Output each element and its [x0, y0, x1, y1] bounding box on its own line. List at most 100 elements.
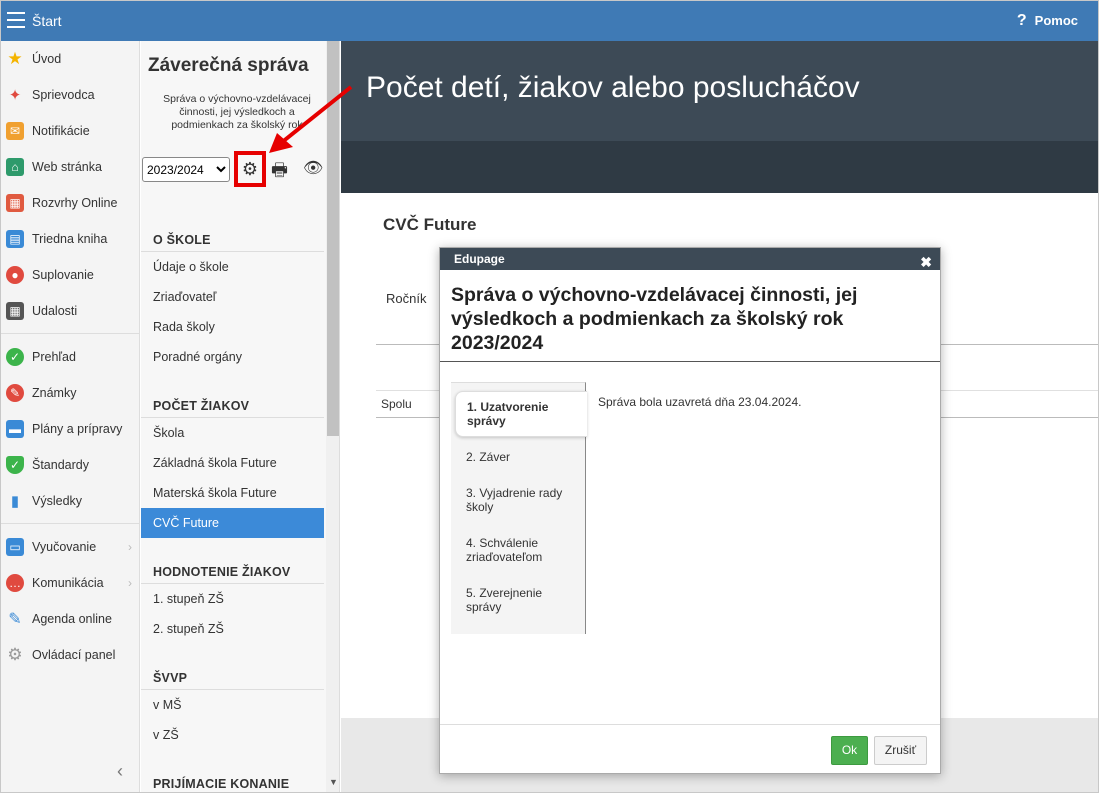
nav-item-agenda-online[interactable]: ✎ Agenda online [1, 604, 140, 634]
section-divider [141, 251, 324, 252]
user-icon: ● [6, 266, 24, 284]
section-head-o-skole: O ŠKOLE [153, 233, 211, 247]
step-schvalenie-zriadovatelom[interactable]: 4. Schválenie zriaďovateľom [466, 536, 576, 564]
nav-item-vysledky[interactable]: ▮ Výsledky [1, 486, 140, 516]
section-divider [141, 689, 324, 690]
report-dialog: Edupage ✖ Správa o výchovno-vzdelávacej … [439, 247, 941, 774]
magic-wand-icon: ✦ [8, 87, 22, 104]
ok-button[interactable]: Ok [831, 736, 868, 765]
grade-icon: ✎ [6, 384, 24, 402]
print-icon[interactable]: 🖶 [271, 158, 288, 188]
dialog-titlebar: Edupage ✖ [440, 248, 940, 270]
content-heading: CVČ Future [383, 215, 477, 234]
sub-item-cvc-future[interactable]: CVČ Future [141, 508, 324, 538]
nav-label: Sprievodca [32, 88, 95, 102]
book-icon: ▤ [6, 230, 24, 248]
house-icon: ⌂ [6, 158, 24, 176]
sub-item-v-ms[interactable]: v MŠ [153, 698, 181, 712]
section-head-hodnotenie-ziakov: HODNOTENIE ŽIAKOV [153, 565, 291, 579]
nav-item-rozvrhy-online[interactable]: ▦ Rozvrhy Online [1, 188, 140, 218]
shield-icon: ✓ [6, 456, 24, 474]
sub-item-v-zs[interactable]: v ZŠ [153, 728, 179, 742]
sub-item-rada-skoly[interactable]: Rada školy [153, 320, 215, 334]
section-divider [141, 583, 324, 584]
sub-item-poradne-organy[interactable]: Poradné orgány [153, 350, 242, 364]
sub-item-udaje-o-skole[interactable]: Údaje o škole [153, 260, 229, 274]
left-navigation: ★ Úvod ✦ Sprievodca ✉ Notifikácie ⌂ Web strá… [1, 41, 140, 792]
chevron-right-icon: › [128, 540, 132, 554]
nav-item-plany-a-pripravy[interactable]: ▬ Plány a prípravy [1, 414, 140, 444]
nav-item-standardy[interactable]: ✓ Štandardy [1, 450, 140, 480]
section-divider [141, 417, 324, 418]
status-message: Správa bola uzavretá dňa 23.04.2024. [598, 395, 802, 409]
nav-item-znamky[interactable]: ✎ Známky [1, 378, 140, 408]
spolu-row-label: Spolu [381, 397, 412, 411]
help-label: Pomoc [1034, 13, 1078, 28]
section-head-pocet-ziakov: POČET ŽIAKOV [153, 399, 250, 413]
question-mark-icon: ? [1016, 12, 1027, 29]
step-zverejnenie-spravy[interactable]: 5. Zverejnenie správy [466, 586, 576, 614]
pen-icon: ✎ [8, 611, 22, 628]
section-head-svvp: ŠVVP [153, 671, 188, 685]
nav-label: Udalosti [32, 304, 78, 318]
report-title: Záverečná správa [148, 55, 309, 76]
close-icon[interactable]: ✖ [920, 251, 932, 273]
nav-item-vyucovanie[interactable]: ▭ Vyučovanie › [1, 532, 140, 562]
nav-label: Ovládací panel [32, 648, 116, 662]
nav-item-komunikacia[interactable]: … Komunikácia › [1, 568, 140, 598]
dialog-heading: Správa o výchovno-vzdelávacej činnosti, … [451, 284, 858, 354]
nav-divider [1, 523, 140, 524]
sub-item-1-stupen[interactable]: 1. stupeň ZŠ [153, 592, 224, 606]
check-circle-icon: ✓ [6, 348, 24, 366]
nav-item-notifikacie[interactable]: ✉ Notifikácie [1, 116, 140, 146]
nav-label: Výsledky [32, 494, 83, 508]
nav-divider [1, 333, 140, 334]
annotation-arrow [269, 85, 353, 153]
nav-item-sprievodca[interactable]: ✦ Sprievodca [1, 80, 140, 110]
nav-label: Známky [32, 386, 77, 400]
nav-label: Triedna kniha [32, 232, 108, 246]
steps-list: 1. Uzatvorenie správy 2. Záver 3. Vyjadr… [451, 382, 587, 634]
main-header: Počet detí, žiakov alebo poslucháčov [341, 41, 1098, 141]
nav-label: Notifikácie [32, 124, 90, 138]
chat-icon: … [6, 574, 24, 592]
dialog-footer-divider [440, 724, 940, 725]
step-uzatvorenie-spravy[interactable]: 1. Uzatvorenie správy [455, 391, 587, 437]
calendar-icon: ▦ [6, 302, 24, 320]
nav-label: Agenda online [32, 612, 112, 626]
sub-item-zriadovatel[interactable]: Zriaďovateľ [153, 290, 216, 304]
nav-item-prehlad[interactable]: ✓ Prehľad [1, 342, 140, 372]
nav-label: Vyučovanie [32, 540, 97, 554]
nav-label: Komunikácia [32, 576, 104, 590]
nav-item-uvod[interactable]: ★ Úvod [1, 44, 140, 74]
star-icon: ★ [7, 49, 23, 68]
nav-item-ovladaci-panel[interactable]: ⚙ Ovládací panel [1, 640, 140, 670]
nav-label: Prehľad [32, 350, 76, 364]
main-subheader [341, 141, 1098, 193]
collapse-sidebar-icon[interactable]: ‹ [117, 761, 123, 782]
step-zaver[interactable]: 2. Záver [466, 450, 576, 464]
step-vyjadrenie-rady-skoly[interactable]: 3. Vyjadrenie rady školy [466, 486, 576, 514]
cog-icon: ⚙ [7, 645, 23, 664]
nav-label: Web stránka [32, 160, 102, 174]
nav-item-suplovanie[interactable]: ● Suplovanie [1, 260, 140, 290]
envelope-icon: ✉ [6, 122, 24, 140]
nav-item-udalosti[interactable]: ▦ Udalosti [1, 296, 140, 326]
nav-label: Rozvrhy Online [32, 196, 118, 210]
sub-item-skola[interactable]: Škola [153, 426, 184, 440]
year-select[interactable]: 2023/2024 [142, 157, 230, 182]
scroll-down-arrow-icon[interactable]: ▼ [329, 777, 338, 787]
sub-item-materska-skola[interactable]: Materská škola Future [153, 486, 277, 500]
start-link[interactable]: Štart [32, 13, 62, 29]
cancel-button[interactable]: Zrušiť [874, 736, 927, 765]
nav-item-triedna-kniha[interactable]: ▤ Triedna kniha [1, 224, 140, 254]
sub-item-zakladna-skola[interactable]: Základná škola Future [153, 456, 277, 470]
nav-item-web-stranka[interactable]: ⌂ Web stránka [1, 152, 140, 182]
rocnik-column-header: Ročník [386, 291, 427, 306]
sub-item-2-stupen[interactable]: 2. stupeň ZŠ [153, 622, 224, 636]
dialog-title: Edupage [454, 252, 505, 266]
hamburger-menu-icon[interactable] [7, 12, 25, 28]
open-book-icon: ▭ [6, 538, 24, 556]
help-button[interactable]: ? Pomoc [1017, 12, 1078, 30]
eye-icon[interactable]: 👁 [303, 158, 323, 178]
